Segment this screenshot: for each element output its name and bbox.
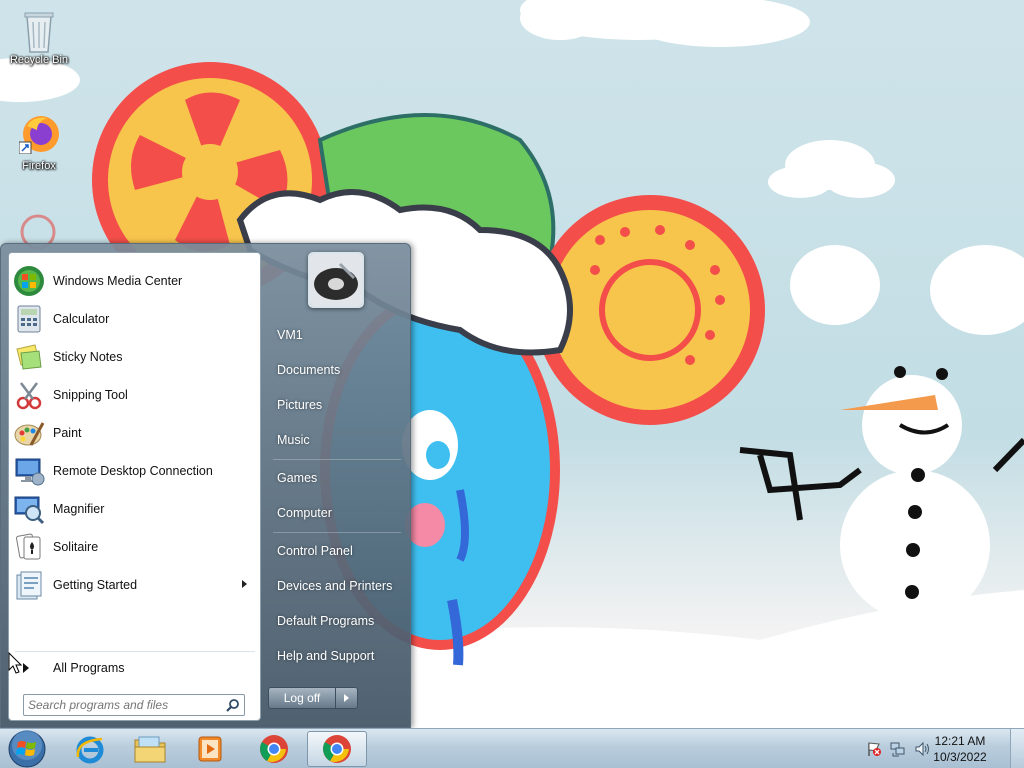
program-label: Getting Started <box>53 578 138 592</box>
internet-explorer-icon <box>76 736 104 764</box>
taskbar-media-player[interactable] <box>182 731 238 767</box>
file-explorer-icon <box>134 736 166 763</box>
program-label: Sticky Notes <box>53 350 123 364</box>
program-snipping-tool[interactable]: Snipping Tool <box>13 377 257 413</box>
solitaire-icon <box>13 531 45 563</box>
desktop-icon-recycle-bin[interactable]: Recycle Bin <box>4 8 74 66</box>
windows-media-center-icon <box>13 265 45 297</box>
right-item-pictures[interactable]: Pictures <box>268 388 406 421</box>
right-item-games[interactable]: Games <box>268 461 406 494</box>
calculator-icon <box>13 303 45 335</box>
shutdown-options-arrow-icon[interactable] <box>336 688 357 708</box>
submenu-arrow-icon[interactable] <box>242 580 247 588</box>
desktop-icon-firefox[interactable]: Firefox <box>4 112 74 172</box>
network-icon[interactable] <box>890 741 906 760</box>
right-item-default-programs[interactable]: Default Programs <box>268 604 406 637</box>
clock[interactable]: 12:21 AM 10/3/2022 <box>925 733 995 765</box>
program-label: Snipping Tool <box>53 388 128 402</box>
right-item-documents[interactable]: Documents <box>268 353 406 386</box>
show-desktop-button[interactable] <box>1010 729 1024 768</box>
firefox-icon <box>18 112 59 155</box>
divider <box>273 459 401 460</box>
taskbar-file-explorer[interactable] <box>122 731 178 767</box>
program-label: Remote Desktop Connection <box>53 464 213 478</box>
start-menu: Windows Media Center Calculator Sticky N… <box>0 243 411 728</box>
program-label: Paint <box>53 426 82 440</box>
right-item-computer[interactable]: Computer <box>268 496 406 529</box>
all-programs-label: All Programs <box>53 661 125 675</box>
program-label: Solitaire <box>53 540 99 554</box>
divider <box>15 651 255 652</box>
logoff-button-group: Log off <box>268 687 358 709</box>
clock-time: 12:21 AM <box>934 734 986 748</box>
program-label: Magnifier <box>53 502 105 516</box>
user-picture[interactable] <box>308 252 364 308</box>
right-item-help-and-support[interactable]: Help and Support <box>268 639 406 672</box>
right-item-control-panel[interactable]: Control Panel <box>268 534 406 567</box>
logoff-button[interactable]: Log off <box>269 688 336 708</box>
taskbar-chrome-active[interactable] <box>307 731 367 767</box>
search-input[interactable] <box>28 697 218 713</box>
program-sticky-notes[interactable]: Sticky Notes <box>13 339 257 375</box>
right-item-music[interactable]: Music <box>268 423 406 456</box>
taskbar: 12:21 AM 10/3/2022 <box>0 728 1024 768</box>
program-calculator[interactable]: Calculator <box>13 301 257 337</box>
taskbar-internet-explorer[interactable] <box>62 731 118 767</box>
action-center-flag-icon[interactable] <box>866 741 882 760</box>
remote-desktop-icon <box>13 455 45 487</box>
divider <box>273 532 401 533</box>
windows-logo-icon <box>8 730 46 768</box>
paint-icon <box>13 417 45 449</box>
program-windows-media-center[interactable]: Windows Media Center <box>13 263 257 299</box>
program-label: Calculator <box>53 312 110 326</box>
chrome-icon <box>260 735 288 763</box>
program-paint[interactable]: Paint <box>13 415 257 451</box>
program-remote-desktop-connection[interactable]: Remote Desktop Connection <box>13 453 257 489</box>
program-getting-started[interactable]: Getting Started <box>13 567 257 603</box>
program-solitaire[interactable]: Solitaire <box>13 529 257 565</box>
all-programs-button[interactable]: All Programs <box>13 657 257 679</box>
program-magnifier[interactable]: Magnifier <box>13 491 257 527</box>
mouse-cursor-icon <box>8 652 22 674</box>
getting-started-icon <box>13 569 45 601</box>
clock-date: 10/3/2022 <box>933 750 987 764</box>
right-item-devices-and-printers[interactable]: Devices and Printers <box>268 569 406 602</box>
chrome-icon <box>323 735 351 763</box>
snipping-tool-icon <box>13 379 45 411</box>
taskbar-chrome[interactable] <box>246 731 302 767</box>
programs-pane: Windows Media Center Calculator Sticky N… <box>8 252 261 721</box>
start-button[interactable] <box>4 729 48 768</box>
media-player-icon <box>198 736 222 762</box>
chevron-right-icon <box>23 663 29 673</box>
sticky-notes-icon <box>13 341 45 373</box>
program-label: Windows Media Center <box>53 274 183 288</box>
search-icon[interactable] <box>226 698 240 712</box>
magnifier-icon <box>13 493 45 525</box>
right-item-vm1[interactable]: VM1 <box>268 318 406 351</box>
search-box[interactable] <box>23 694 245 716</box>
recycle-bin-icon <box>19 8 59 53</box>
desktop-icon-label: Firefox <box>22 160 56 172</box>
